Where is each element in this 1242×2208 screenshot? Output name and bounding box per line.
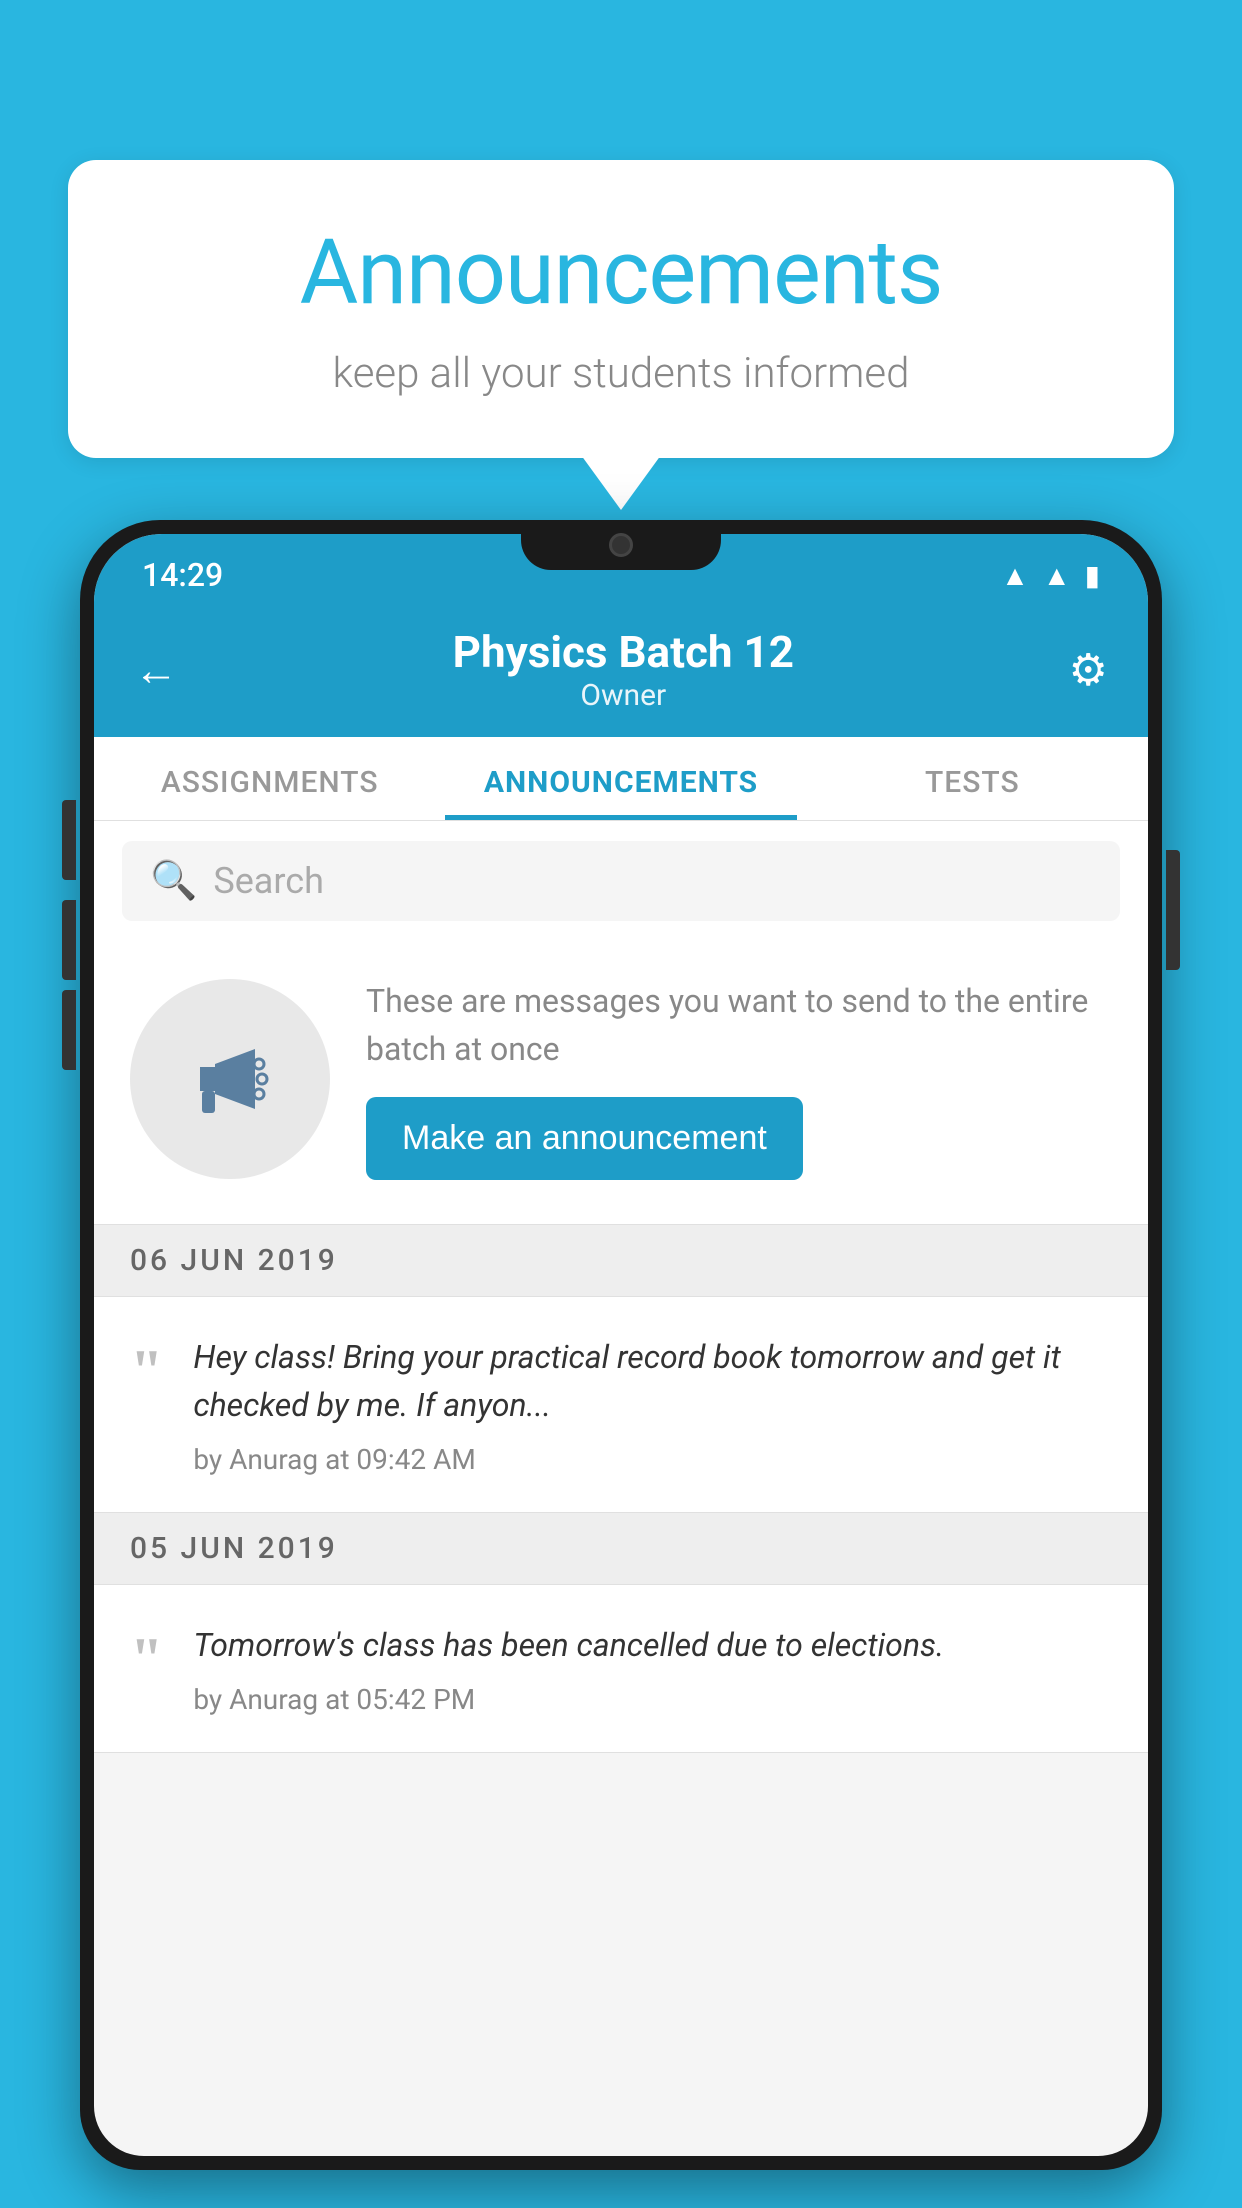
announcement-content-1: Hey class! Bring your practical record b… xyxy=(193,1333,1112,1476)
search-icon: 🔍 xyxy=(150,859,197,903)
announcement-content-2: Tomorrow's class has been cancelled due … xyxy=(193,1621,1112,1716)
announcement-text-1: Hey class! Bring your practical record b… xyxy=(193,1333,1112,1429)
megaphone-icon xyxy=(180,1029,280,1129)
date-separator-1: 06 JUN 2019 xyxy=(94,1225,1148,1297)
promo-content: These are messages you want to send to t… xyxy=(366,977,1112,1180)
promo-card: These are messages you want to send to t… xyxy=(94,941,1148,1225)
owner-label: Owner xyxy=(453,678,794,713)
announcement-meta-2: by Anurag at 05:42 PM xyxy=(193,1683,1112,1716)
camera xyxy=(609,533,633,557)
bubble-subtitle: keep all your students informed xyxy=(118,349,1124,398)
app-header: ← Physics Batch 12 Owner ⚙ xyxy=(94,606,1148,737)
announcement-meta-1: by Anurag at 09:42 AM xyxy=(193,1443,1112,1476)
bubble-title: Announcements xyxy=(118,220,1124,325)
phone-screen: 14:29 ▲ ▲ ▮ ← Physics Batch 12 Owner ⚙ xyxy=(94,534,1148,2156)
quote-icon-1: " xyxy=(130,1333,163,1476)
announcement-item-1[interactable]: " Hey class! Bring your practical record… xyxy=(94,1297,1148,1513)
promo-description: These are messages you want to send to t… xyxy=(366,977,1112,1073)
status-icons: ▲ ▲ ▮ xyxy=(1001,559,1100,592)
tab-announcements[interactable]: ANNOUNCEMENTS xyxy=(445,737,796,820)
batch-title: Physics Batch 12 xyxy=(453,626,794,678)
announcement-text-2: Tomorrow's class has been cancelled due … xyxy=(193,1621,1112,1669)
wifi-icon: ▲ xyxy=(1001,559,1029,592)
search-bar[interactable]: 🔍 Search xyxy=(122,841,1120,921)
search-container: 🔍 Search xyxy=(94,821,1148,941)
promo-icon-circle xyxy=(130,979,330,1179)
date-separator-2: 05 JUN 2019 xyxy=(94,1513,1148,1585)
signal-icon: ▲ xyxy=(1043,559,1071,592)
quote-icon-2: " xyxy=(130,1621,163,1716)
phone-container: 14:29 ▲ ▲ ▮ ← Physics Batch 12 Owner ⚙ xyxy=(80,520,1162,2208)
speech-bubble: Announcements keep all your students inf… xyxy=(68,160,1174,458)
tab-assignments[interactable]: ASSIGNMENTS xyxy=(94,737,445,820)
notch xyxy=(521,520,721,570)
announcement-item-2[interactable]: " Tomorrow's class has been cancelled du… xyxy=(94,1585,1148,1753)
speech-bubble-container: Announcements keep all your students inf… xyxy=(68,160,1174,458)
header-center: Physics Batch 12 Owner xyxy=(453,626,794,713)
settings-icon[interactable]: ⚙ xyxy=(1069,644,1108,696)
tab-tests[interactable]: TESTS xyxy=(797,737,1148,820)
battery-icon: ▮ xyxy=(1085,559,1100,592)
tabs-container: ASSIGNMENTS ANNOUNCEMENTS TESTS xyxy=(94,737,1148,821)
back-button[interactable]: ← xyxy=(134,644,178,696)
make-announcement-button[interactable]: Make an announcement xyxy=(366,1097,803,1180)
search-placeholder: Search xyxy=(213,860,324,902)
status-time: 14:29 xyxy=(142,556,223,594)
phone-outer: 14:29 ▲ ▲ ▮ ← Physics Batch 12 Owner ⚙ xyxy=(80,520,1162,2170)
